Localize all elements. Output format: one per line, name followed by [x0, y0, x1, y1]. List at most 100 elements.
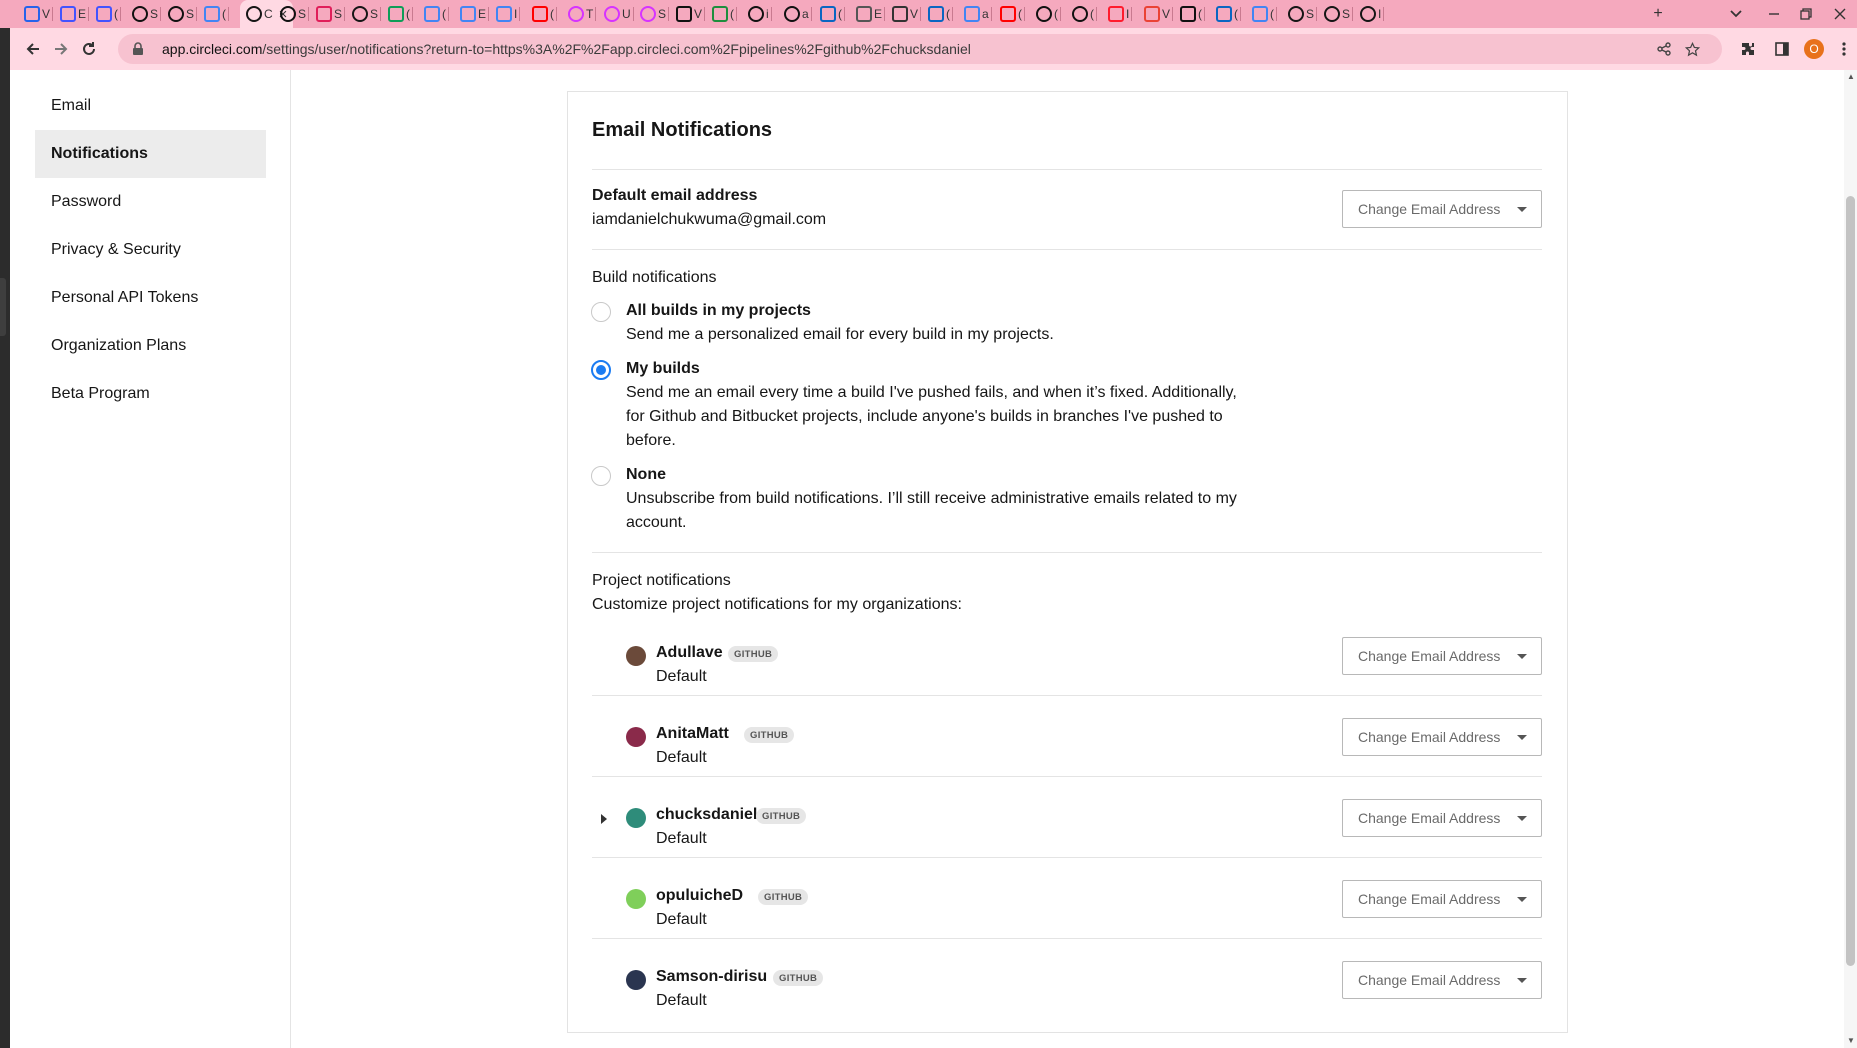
browser-tab[interactable]: I [1360, 4, 1385, 24]
browser-tab[interactable]: E [460, 4, 490, 24]
back-icon[interactable] [20, 36, 46, 62]
browser-tab[interactable]: V [24, 4, 54, 24]
browser-tab[interactable]: E [60, 4, 90, 24]
tab-separator [196, 7, 198, 21]
change-org-email-button[interactable]: Change Email Address [1342, 637, 1542, 675]
github-badge: GITHUB [773, 970, 824, 986]
restore-icon[interactable] [1792, 3, 1820, 25]
browser-tab[interactable]: V [1144, 4, 1174, 24]
browser-tab[interactable]: ( [712, 4, 737, 24]
browser-tab[interactable]: I [1108, 4, 1133, 24]
tab-title: ( [406, 7, 410, 21]
org-row: chucksdaniel GITHUB Default Change Email Ad… [568, 799, 1567, 880]
docs-icon [496, 6, 512, 22]
browser-tab[interactable]: ( [388, 4, 413, 24]
tab-title: ( [730, 7, 734, 21]
browser-tab[interactable]: ( [1180, 4, 1205, 24]
tab-separator [488, 7, 490, 21]
share-icon[interactable] [1654, 39, 1674, 59]
browser-tab[interactable]: ( [1252, 4, 1277, 24]
close-window-icon[interactable] [1826, 3, 1854, 25]
browser-tab[interactable]: S [168, 4, 198, 24]
minimize-icon[interactable] [1760, 3, 1788, 25]
scroll-down-icon[interactable]: ▼ [1847, 1036, 1855, 1045]
browser-tab[interactable]: V [892, 4, 922, 24]
bookmark-star-icon[interactable] [1682, 39, 1702, 59]
option-description: Send me a personalized email for every b… [626, 326, 1054, 343]
radio-my-builds[interactable] [591, 360, 611, 380]
browser-tab[interactable]: S [280, 4, 310, 24]
change-org-email-button[interactable]: Change Email Address [1342, 718, 1542, 756]
change-org-email-button[interactable]: Change Email Address [1342, 961, 1542, 999]
reload-icon[interactable] [76, 36, 102, 62]
sidebar-item-email[interactable]: Email [35, 82, 266, 130]
chevron-down-icon [1517, 816, 1527, 821]
radio-none[interactable] [591, 466, 611, 486]
tab-separator [1316, 7, 1318, 21]
tab-title: E [78, 7, 87, 21]
extensions-icon[interactable] [1736, 37, 1760, 61]
browser-tab[interactable]: S [1324, 4, 1354, 24]
browser-tab[interactable]: S [640, 4, 670, 24]
github-icon [748, 6, 764, 22]
divider [592, 938, 1542, 939]
tab-title: ( [838, 7, 842, 21]
browser-tab[interactable]: i [748, 4, 772, 24]
change-default-email-button[interactable]: Change Email Address [1342, 190, 1542, 228]
sidebar-item-privacy-security[interactable]: Privacy & Security [35, 226, 266, 274]
vercel-icon [24, 6, 40, 22]
forward-icon[interactable] [48, 36, 74, 62]
tab-separator [704, 7, 706, 21]
browser-menu-icon[interactable] [1832, 37, 1856, 61]
browser-tab[interactable]: T [568, 4, 597, 24]
browser-tab[interactable]: S [352, 4, 382, 24]
tab-separator [1276, 7, 1277, 21]
tab-title: E [874, 7, 883, 21]
new-tab-button[interactable]: + [1644, 3, 1672, 25]
sidebar-item-api-tokens[interactable]: Personal API Tokens [35, 274, 266, 322]
profile-avatar[interactable]: O [1804, 39, 1824, 59]
sidebar-item-notifications[interactable]: Notifications [35, 130, 266, 178]
sidebar-item-label: Beta Program [51, 385, 150, 402]
tab-title: a [802, 7, 809, 21]
side-panel-icon[interactable] [1770, 37, 1794, 61]
sidebar-item-password[interactable]: Password [35, 178, 266, 226]
expand-arrow-icon[interactable] [601, 814, 607, 824]
docs-icon [204, 6, 220, 22]
browser-tab[interactable]: S [132, 4, 162, 24]
tab-separator [160, 7, 162, 21]
browser-tab[interactable]: ( [1072, 4, 1097, 24]
browser-tab[interactable]: I [496, 4, 521, 24]
sidebar-item-label: Organization Plans [51, 337, 187, 354]
browser-tab[interactable]: ( [1000, 4, 1025, 24]
sidebar-item-organization-plans[interactable]: Organization Plans [35, 322, 266, 370]
browser-tab[interactable]: V [676, 4, 706, 24]
sidebar-item-beta-program[interactable]: Beta Program [35, 370, 266, 418]
browser-tab[interactable]: ( [532, 4, 557, 24]
browser-tab[interactable]: a [784, 4, 812, 24]
tab-separator [52, 7, 54, 21]
browser-tab[interactable]: ( [424, 4, 449, 24]
tab-search-icon[interactable] [1722, 3, 1750, 25]
circle-icon [640, 6, 656, 22]
change-org-email-button[interactable]: Change Email Address [1342, 880, 1542, 918]
browser-tab[interactable]: U [604, 4, 634, 24]
browser-tab[interactable]: S [1288, 4, 1318, 24]
page-scrollbar[interactable]: ▲ ▼ [1844, 70, 1857, 1048]
scroll-up-icon[interactable]: ▲ [1847, 72, 1855, 81]
browser-tab[interactable]: ( [204, 4, 229, 24]
scrollbar-thumb[interactable] [1846, 196, 1855, 966]
browser-tab[interactable]: E [856, 4, 886, 24]
browser-tab[interactable]: ( [1216, 4, 1241, 24]
address-bar[interactable]: app.circleci.com/settings/user/notificat… [118, 34, 1722, 64]
browser-tab[interactable]: ( [820, 4, 845, 24]
browser-tab[interactable]: ( [96, 4, 121, 24]
browser-tab[interactable]: ( [1036, 4, 1061, 24]
change-org-email-button[interactable]: Change Email Address [1342, 799, 1542, 837]
browser-tab[interactable]: ( [928, 4, 953, 24]
browser-tab[interactable]: a [964, 4, 992, 24]
tab-title: S [1306, 7, 1315, 21]
radio-all-builds[interactable] [591, 302, 611, 322]
browser-tab[interactable]: S [316, 4, 346, 24]
tab-separator [519, 7, 521, 21]
